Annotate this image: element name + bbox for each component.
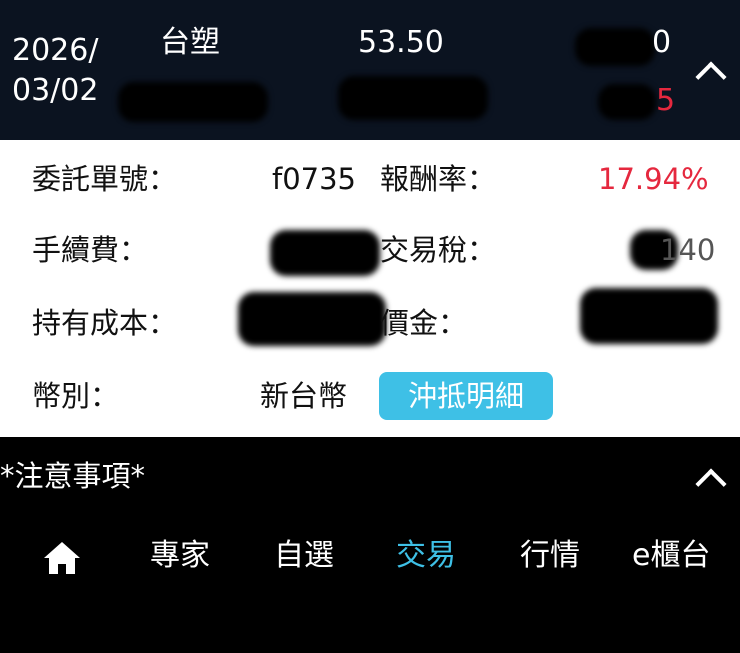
trade-date-day: 03/02 [12, 73, 99, 108]
order-summary-header[interactable]: 2026/ 03/02 台塑 53.50 0 5 [0, 0, 740, 140]
redacted-fee-value [270, 230, 380, 276]
holding-cost-label: 持有成本： [32, 306, 178, 340]
amount-bottom-visible: 5 [656, 83, 676, 118]
notice-section[interactable]: *注意事項* [0, 437, 740, 522]
home-icon[interactable] [42, 540, 82, 576]
collapse-chevron-up-icon[interactable] [695, 61, 727, 93]
nav-item-trade[interactable]: 交易 [396, 538, 456, 574]
currency-label: 幣別： [32, 379, 120, 413]
fee-label: 手續費： [32, 233, 149, 267]
price-amount-label: 價金： [380, 306, 468, 340]
nav-item-e-counter[interactable]: e櫃台 [632, 538, 710, 574]
tax-label: 交易稅： [380, 233, 497, 267]
amount-top-visible: 0 [652, 25, 672, 60]
tax-value-visible: 140 [660, 233, 716, 267]
notice-chevron-up-icon[interactable] [695, 468, 727, 500]
return-rate-label: 報酬率： [380, 162, 497, 196]
stock-name: 台塑 [160, 25, 220, 60]
bottom-navigation: 專家 自選 交易 行情 e櫃台 [0, 522, 740, 653]
redacted-price-amount-value [580, 288, 718, 344]
order-no-label: 委託單號： [32, 162, 178, 196]
nav-item-experts[interactable]: 專家 [150, 538, 210, 574]
order-detail-panel: 委託單號： f0735 報酬率： 17.94% 手續費： 交易稅： 140 持有… [0, 140, 740, 437]
redacted-amount-top [575, 28, 655, 66]
offset-details-button[interactable]: 沖抵明細 [379, 372, 553, 420]
nav-item-watchlist[interactable]: 自選 [274, 538, 334, 574]
order-no-value: f0735 [272, 162, 357, 196]
notice-title: *注意事項* [0, 459, 146, 493]
redacted-amount-bottom [598, 84, 656, 120]
home-icon-graphic [44, 542, 80, 574]
trade-price: 53.50 [358, 25, 444, 60]
redacted-holding-cost-value [238, 292, 386, 346]
redacted-quantity [338, 76, 488, 120]
currency-value: 新台幣 [260, 379, 348, 413]
nav-item-quotes[interactable]: 行情 [520, 538, 580, 574]
return-rate-value: 17.94% [598, 162, 709, 196]
redacted-side-text [118, 82, 268, 122]
trade-date-year: 2026/ [12, 33, 99, 68]
